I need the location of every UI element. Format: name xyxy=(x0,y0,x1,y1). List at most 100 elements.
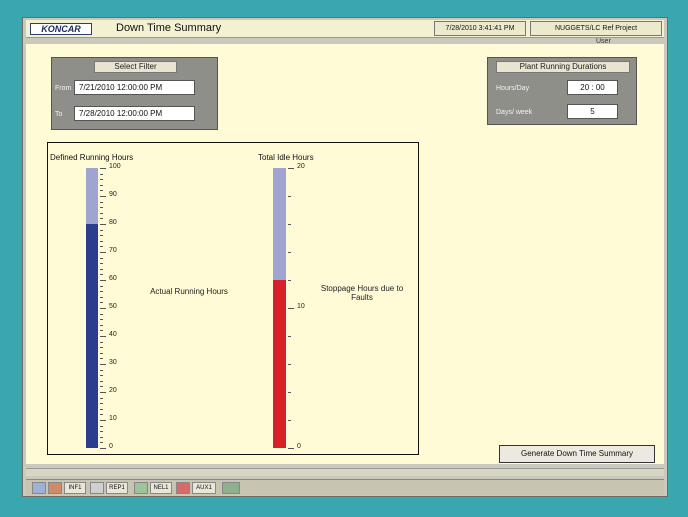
fault-stoppage-fill xyxy=(273,280,286,448)
tick-label: 40 xyxy=(109,331,117,338)
title-bar: KONCAR Down Time Summary 7/28/2010 3:41:… xyxy=(26,20,664,38)
tick-label: 100 xyxy=(109,163,121,170)
minor-tick-mark xyxy=(100,179,103,180)
minor-tick-mark xyxy=(100,246,103,247)
minor-tick-mark xyxy=(100,442,103,443)
minor-tick-mark xyxy=(100,403,103,404)
downtime-chart: Defined Running Hours 100 90 80 70 60 50 40 30 2… xyxy=(47,142,419,455)
minor-tick-mark xyxy=(100,235,103,236)
app-icon[interactable] xyxy=(32,482,46,494)
tool-icon[interactable] xyxy=(176,482,190,494)
idle-hours-fill xyxy=(273,168,286,280)
tick-label: 60 xyxy=(109,275,117,282)
report-icon[interactable] xyxy=(90,482,104,494)
tick-label: 50 xyxy=(109,303,117,310)
tick-label: 20 xyxy=(109,387,117,394)
minor-tick-mark xyxy=(288,392,291,393)
minor-tick-mark xyxy=(100,381,103,382)
minor-tick-mark xyxy=(100,437,103,438)
minor-tick-mark xyxy=(100,286,103,287)
tick-mark xyxy=(100,364,106,365)
minor-tick-mark xyxy=(100,330,103,331)
generate-downtime-summary-button[interactable]: Generate Down Time Summary xyxy=(499,445,655,463)
tick-mark xyxy=(100,392,106,393)
tick-mark xyxy=(100,224,106,225)
grid-icon[interactable] xyxy=(134,482,148,494)
tick-label: 20 xyxy=(297,163,305,170)
plant-durations-title: Plant Running Durations xyxy=(496,61,630,73)
tick-mark xyxy=(100,448,106,449)
total-idle-hours-title: Total Idle Hours xyxy=(258,153,314,162)
tick-mark xyxy=(288,308,294,309)
minor-tick-mark xyxy=(100,325,103,326)
minor-tick-mark xyxy=(100,426,103,427)
tick-label: 80 xyxy=(109,219,117,226)
from-date-input[interactable]: 7/21/2010 12:00:00 PM xyxy=(74,80,195,95)
running-hours-scale: 100 90 80 70 60 50 40 30 20 10 0 xyxy=(100,163,140,450)
chart-icon[interactable] xyxy=(222,482,240,494)
project-name: NUGGETS/LC Ref Project xyxy=(530,21,662,36)
taskbar: INF1 REP1 NEL1 AUX1 xyxy=(26,479,664,495)
minor-tick-mark xyxy=(100,213,103,214)
minor-tick-mark xyxy=(100,230,103,231)
alarm-icon[interactable] xyxy=(48,482,62,494)
minor-tick-mark xyxy=(288,224,291,225)
select-filter-panel: Select Filter From 7/21/2010 12:00:00 PM… xyxy=(51,57,218,130)
taskbar-item-nel1[interactable]: NEL1 xyxy=(150,482,172,494)
minor-tick-mark xyxy=(100,207,103,208)
minor-tick-mark xyxy=(100,269,103,270)
tick-mark xyxy=(100,420,106,421)
minor-tick-mark xyxy=(100,190,103,191)
company-logo: KONCAR xyxy=(30,23,92,35)
idle-hours-bar xyxy=(273,168,286,448)
minor-tick-mark xyxy=(100,274,103,275)
minor-tick-mark xyxy=(100,386,103,387)
tick-mark xyxy=(100,308,106,309)
running-hours-bar xyxy=(86,168,98,448)
datetime-display: 7/28/2010 3:41:41 PM xyxy=(434,21,526,36)
tick-mark xyxy=(100,168,106,169)
tick-label: 10 xyxy=(297,303,305,310)
defined-running-hours-title: Defined Running Hours xyxy=(50,153,134,162)
tick-label: 70 xyxy=(109,247,117,254)
days-per-week-input[interactable]: 5 xyxy=(567,104,618,119)
hours-per-day-input[interactable]: 20 : 00 xyxy=(567,80,618,95)
tick-label: 10 xyxy=(109,415,117,422)
taskbar-item-aux1[interactable]: AUX1 xyxy=(192,482,216,494)
minor-tick-mark xyxy=(100,353,103,354)
screen-title: Down Time Summary xyxy=(116,22,222,34)
defined-running-fill xyxy=(86,168,98,224)
minor-tick-mark xyxy=(100,358,103,359)
minor-tick-mark xyxy=(100,202,103,203)
minor-tick-mark xyxy=(288,420,291,421)
minor-tick-mark xyxy=(100,409,103,410)
minor-tick-mark xyxy=(288,336,291,337)
actual-running-fill xyxy=(86,224,98,448)
tick-label: 90 xyxy=(109,191,117,198)
minor-tick-mark xyxy=(100,297,103,298)
minor-tick-mark xyxy=(100,370,103,371)
to-date-input[interactable]: 7/28/2010 12:00:00 PM xyxy=(74,106,195,121)
idle-hours-scale: 20 10 0 xyxy=(288,163,328,450)
minor-tick-mark xyxy=(100,241,103,242)
minor-tick-mark xyxy=(100,375,103,376)
minor-tick-mark xyxy=(100,291,103,292)
minor-tick-mark xyxy=(100,398,103,399)
days-per-week-label: Days/ week xyxy=(496,109,533,116)
minor-tick-mark xyxy=(100,414,103,415)
minor-tick-mark xyxy=(100,185,103,186)
taskbar-item-rep1[interactable]: REP1 xyxy=(106,482,128,494)
minor-tick-mark xyxy=(100,319,103,320)
tick-label: 30 xyxy=(109,359,117,366)
select-filter-title: Select Filter xyxy=(94,61,177,73)
minor-tick-mark xyxy=(288,364,291,365)
minor-tick-mark xyxy=(100,218,103,219)
tick-mark xyxy=(100,336,106,337)
taskbar-item-inf1[interactable]: INF1 xyxy=(64,482,86,494)
minor-tick-mark xyxy=(100,431,103,432)
to-label: To xyxy=(55,111,63,118)
actual-running-hours-label: Actual Running Hours xyxy=(150,287,228,296)
minor-tick-mark xyxy=(100,314,103,315)
tick-mark xyxy=(100,280,106,281)
minor-tick-mark xyxy=(100,342,103,343)
